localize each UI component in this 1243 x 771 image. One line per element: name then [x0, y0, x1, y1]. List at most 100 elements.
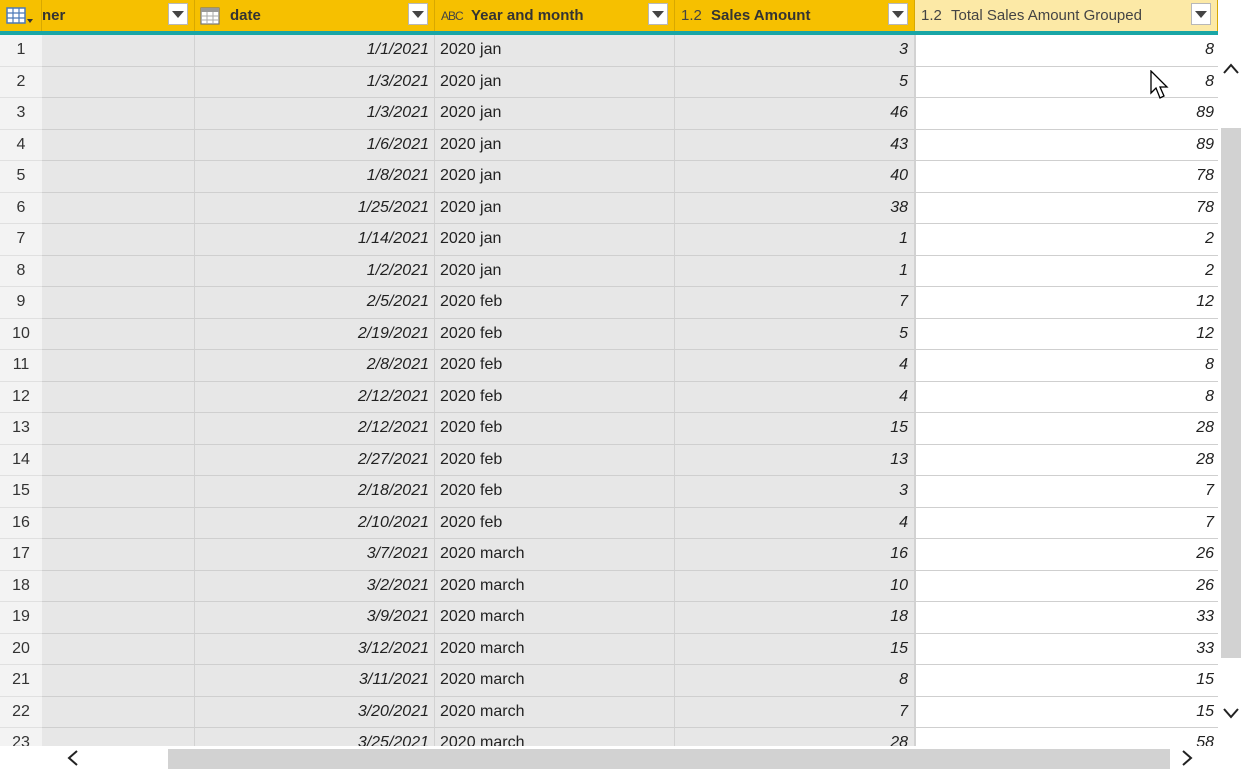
year-and-month-cell[interactable]: 2020 feb: [435, 507, 675, 539]
row-number[interactable]: 7: [0, 224, 42, 256]
row-number[interactable]: 18: [0, 570, 42, 602]
date-cell[interactable]: 3/20/2021: [195, 696, 435, 728]
year-and-month-cell[interactable]: 2020 march: [435, 633, 675, 665]
sales-amount-cell[interactable]: 4: [675, 507, 915, 539]
owner-cell[interactable]: [42, 129, 195, 161]
row-number[interactable]: 1: [0, 35, 42, 67]
sales-amount-cell[interactable]: 18: [675, 602, 915, 634]
column-header-date[interactable]: date: [195, 0, 435, 31]
owner-cell[interactable]: [42, 476, 195, 508]
owner-cell[interactable]: [42, 413, 195, 445]
year-and-month-cell[interactable]: 2020 jan: [435, 192, 675, 224]
row-number[interactable]: 22: [0, 696, 42, 728]
column-header-sales-amount[interactable]: 1.2 Sales Amount: [675, 0, 915, 31]
date-cell[interactable]: 1/1/2021: [195, 35, 435, 67]
row-number[interactable]: 4: [0, 129, 42, 161]
sales-amount-cell[interactable]: 46: [675, 98, 915, 130]
year-and-month-cell[interactable]: 2020 march: [435, 728, 675, 746]
date-cell[interactable]: 1/2/2021: [195, 255, 435, 287]
table-row[interactable]: 23 3/25/2021 2020 march 28 58: [0, 728, 1218, 746]
chevron-right-icon[interactable]: [1178, 748, 1196, 768]
table-row[interactable]: 4 1/6/2021 2020 jan 43 89: [0, 129, 1218, 161]
table-row[interactable]: 11 2/8/2021 2020 feb 4 8: [0, 350, 1218, 382]
owner-cell[interactable]: [42, 161, 195, 193]
year-and-month-cell[interactable]: 2020 feb: [435, 287, 675, 319]
total-sales-amount-grouped-cell[interactable]: 28: [915, 444, 1218, 476]
owner-cell[interactable]: [42, 728, 195, 746]
date-cell[interactable]: 2/27/2021: [195, 444, 435, 476]
sales-amount-cell[interactable]: 15: [675, 633, 915, 665]
date-cell[interactable]: 1/25/2021: [195, 192, 435, 224]
owner-cell[interactable]: [42, 539, 195, 571]
owner-cell[interactable]: [42, 192, 195, 224]
total-sales-amount-grouped-cell[interactable]: 78: [915, 192, 1218, 224]
total-sales-amount-grouped-cell[interactable]: 8: [915, 35, 1218, 67]
chevron-up-icon[interactable]: [1221, 60, 1241, 78]
total-sales-amount-grouped-cell[interactable]: 8: [915, 66, 1218, 98]
owner-cell[interactable]: [42, 35, 195, 67]
sales-amount-filter-dropdown[interactable]: [888, 3, 908, 25]
year-and-month-cell[interactable]: 2020 feb: [435, 381, 675, 413]
row-number[interactable]: 15: [0, 476, 42, 508]
table-row[interactable]: 10 2/19/2021 2020 feb 5 12: [0, 318, 1218, 350]
owner-filter-dropdown[interactable]: [168, 3, 188, 25]
total-sales-filter-dropdown[interactable]: [1191, 3, 1211, 25]
column-header-year-and-month[interactable]: ABC Year and month: [435, 0, 675, 31]
total-sales-amount-grouped-cell[interactable]: 12: [915, 287, 1218, 319]
row-number[interactable]: 10: [0, 318, 42, 350]
table-menu-header[interactable]: [0, 0, 42, 31]
row-number[interactable]: 13: [0, 413, 42, 445]
table-row[interactable]: 3 1/3/2021 2020 jan 46 89: [0, 98, 1218, 130]
date-cell[interactable]: 2/8/2021: [195, 350, 435, 382]
sales-amount-cell[interactable]: 13: [675, 444, 915, 476]
total-sales-amount-grouped-cell[interactable]: 2: [915, 255, 1218, 287]
table-icon[interactable]: [6, 7, 34, 25]
owner-cell[interactable]: [42, 255, 195, 287]
sales-amount-cell[interactable]: 1: [675, 255, 915, 287]
owner-cell[interactable]: [42, 570, 195, 602]
sales-amount-cell[interactable]: 43: [675, 129, 915, 161]
total-sales-amount-grouped-cell[interactable]: 78: [915, 161, 1218, 193]
year-and-month-cell[interactable]: 2020 feb: [435, 350, 675, 382]
table-row[interactable]: 15 2/18/2021 2020 feb 3 7: [0, 476, 1218, 508]
total-sales-amount-grouped-cell[interactable]: 15: [915, 696, 1218, 728]
sales-amount-cell[interactable]: 3: [675, 35, 915, 67]
date-cell[interactable]: 1/3/2021: [195, 66, 435, 98]
column-header-owner[interactable]: ner: [42, 0, 195, 31]
row-number[interactable]: 9: [0, 287, 42, 319]
year-and-month-cell[interactable]: 2020 feb: [435, 476, 675, 508]
sales-amount-cell[interactable]: 1: [675, 224, 915, 256]
total-sales-amount-grouped-cell[interactable]: 89: [915, 129, 1218, 161]
year-and-month-cell[interactable]: 2020 march: [435, 570, 675, 602]
total-sales-amount-grouped-cell[interactable]: 8: [915, 381, 1218, 413]
owner-cell[interactable]: [42, 66, 195, 98]
owner-cell[interactable]: [42, 696, 195, 728]
total-sales-amount-grouped-cell[interactable]: 15: [915, 665, 1218, 697]
table-row[interactable]: 12 2/12/2021 2020 feb 4 8: [0, 381, 1218, 413]
row-number[interactable]: 19: [0, 602, 42, 634]
table-row[interactable]: 16 2/10/2021 2020 feb 4 7: [0, 507, 1218, 539]
sales-amount-cell[interactable]: 28: [675, 728, 915, 746]
total-sales-amount-grouped-cell[interactable]: 33: [915, 602, 1218, 634]
date-cell[interactable]: 2/10/2021: [195, 507, 435, 539]
owner-cell[interactable]: [42, 602, 195, 634]
date-filter-dropdown[interactable]: [408, 3, 428, 25]
year-and-month-cell[interactable]: 2020 jan: [435, 129, 675, 161]
row-number[interactable]: 23: [0, 728, 42, 746]
date-cell[interactable]: 3/12/2021: [195, 633, 435, 665]
year-and-month-cell[interactable]: 2020 jan: [435, 255, 675, 287]
table-row[interactable]: 9 2/5/2021 2020 feb 7 12: [0, 287, 1218, 319]
total-sales-amount-grouped-cell[interactable]: 26: [915, 570, 1218, 602]
total-sales-amount-grouped-cell[interactable]: 2: [915, 224, 1218, 256]
year-and-month-cell[interactable]: 2020 march: [435, 539, 675, 571]
row-number[interactable]: 20: [0, 633, 42, 665]
year-and-month-cell[interactable]: 2020 jan: [435, 35, 675, 67]
sales-amount-cell[interactable]: 5: [675, 66, 915, 98]
sales-amount-cell[interactable]: 4: [675, 381, 915, 413]
horizontal-scroll-thumb[interactable]: [168, 749, 1170, 769]
row-number[interactable]: 8: [0, 255, 42, 287]
total-sales-amount-grouped-cell[interactable]: 26: [915, 539, 1218, 571]
total-sales-amount-grouped-cell[interactable]: 12: [915, 318, 1218, 350]
row-number[interactable]: 17: [0, 539, 42, 571]
total-sales-amount-grouped-cell[interactable]: 58: [915, 728, 1218, 746]
